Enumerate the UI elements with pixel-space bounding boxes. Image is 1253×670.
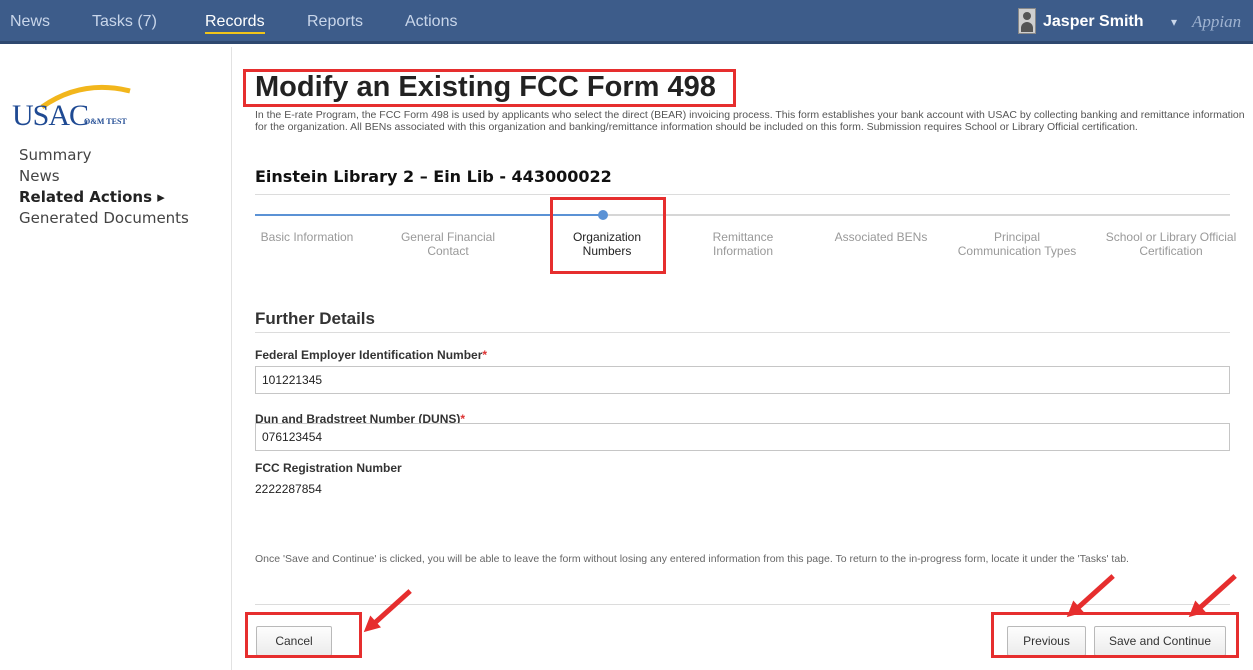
step-official-certification[interactable]: School or Library Official Certification: [1101, 230, 1241, 258]
section-title: Further Details: [255, 309, 375, 328]
appian-logo: Appian: [1192, 12, 1242, 31]
sidebar-item-related-actions[interactable]: Related Actions ▸: [19, 188, 165, 206]
step-basic-information[interactable]: Basic Information: [247, 230, 367, 244]
required-marker: *: [482, 348, 488, 362]
nav-tab-tasks[interactable]: Tasks (7): [92, 0, 157, 44]
step-general-financial-contact[interactable]: General Financial Contact: [388, 230, 508, 258]
divider: [255, 194, 1230, 195]
divider: [255, 332, 1230, 333]
buttons-highlight-box: [991, 612, 1239, 658]
frn-value: 2222287854: [255, 482, 322, 496]
organization-heading: Einstein Library 2 – Ein Lib - 443000022: [255, 167, 612, 186]
step-principal-communication-types[interactable]: Principal Communication Types: [957, 230, 1077, 258]
logo-text: USAC: [12, 99, 89, 132]
arrow-annotation-icon: [371, 589, 412, 627]
sidebar-item-generated-documents[interactable]: Generated Documents: [19, 209, 189, 227]
arrow-annotation-icon: [1196, 574, 1237, 612]
usac-logo: USAC O&M TEST: [12, 77, 132, 147]
progress-line-remaining: [603, 214, 1230, 216]
main-content: Modify an Existing FCC Form 498 In the E…: [233, 47, 1253, 670]
top-nav-bar: News Tasks (7) Records Reports Actions J…: [0, 0, 1253, 44]
fein-label-text: Federal Employer Identification Number: [255, 348, 483, 362]
chevron-down-icon[interactable]: ▾: [1171, 0, 1177, 44]
frn-label: FCC Registration Number: [255, 461, 402, 475]
nav-tab-reports[interactable]: Reports: [307, 0, 363, 44]
nav-tab-actions[interactable]: Actions: [405, 0, 457, 44]
logo-subtitle: O&M TEST: [84, 117, 127, 126]
sidebar-item-news[interactable]: News: [19, 167, 60, 185]
user-menu-name[interactable]: Jasper Smith: [1043, 0, 1143, 44]
step-remittance-information[interactable]: Remittance Information: [683, 230, 803, 258]
intro-text: In the E-rate Program, the FCC Form 498 …: [255, 109, 1245, 133]
user-avatar-icon[interactable]: [1018, 8, 1036, 34]
fein-label: Federal Employer Identification Number*: [255, 348, 487, 362]
cancel-highlight-box: [245, 612, 362, 658]
step-associated-bens[interactable]: Associated BENs: [821, 230, 941, 244]
step-highlight-box: [550, 197, 666, 274]
save-info-note: Once 'Save and Continue' is clicked, you…: [255, 553, 1129, 565]
sidebar-item-summary[interactable]: Summary: [19, 146, 92, 164]
left-sidebar: USAC O&M TEST Summary News Related Actio…: [0, 47, 232, 670]
fein-input[interactable]: [255, 366, 1230, 394]
duns-input[interactable]: [255, 423, 1230, 451]
nav-tab-news[interactable]: News: [10, 0, 50, 44]
title-highlight-box: [243, 69, 736, 107]
nav-tab-records[interactable]: Records: [205, 0, 265, 44]
arrow-annotation-icon: [1074, 574, 1115, 612]
